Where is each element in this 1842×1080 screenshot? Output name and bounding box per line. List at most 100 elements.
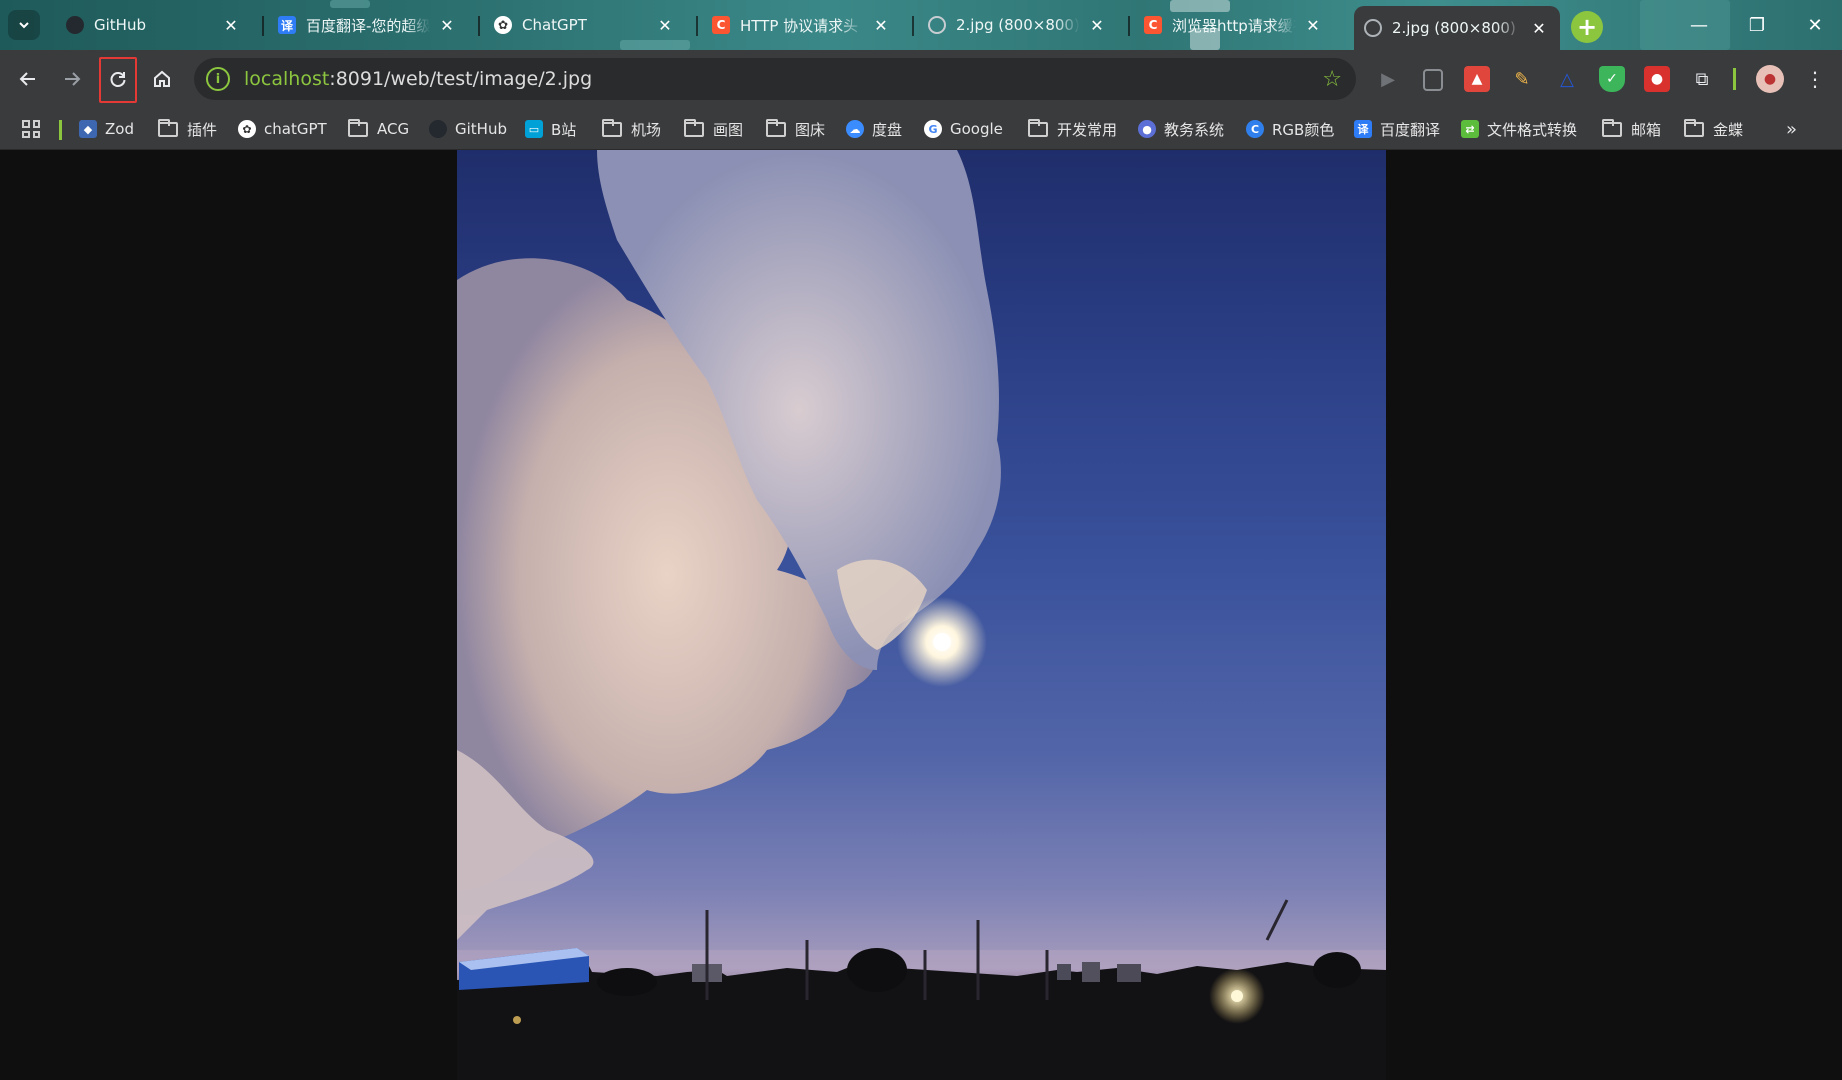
new-tab-button[interactable]: + [1571, 11, 1603, 43]
bilibili-icon: ▭ [525, 120, 543, 138]
avatar[interactable]: ● [1756, 65, 1784, 93]
bookmark-folder-airport[interactable]: 机场 [602, 116, 661, 142]
tab-search-button[interactable] [8, 10, 40, 40]
tab-image-active[interactable]: 2.jpg (800×800) ✕ [1354, 6, 1560, 50]
forward-button[interactable] [54, 61, 90, 97]
bookmark-label: 文件格式转换 [1487, 120, 1578, 139]
reload-icon [110, 72, 126, 87]
home-button[interactable] [144, 61, 180, 97]
bookmark-label: 教务系统 [1164, 120, 1225, 139]
bookmark-bilibili[interactable]: ▭ B站 [525, 116, 576, 142]
tab-title: ChatGPT [522, 16, 587, 34]
apps-button[interactable] [22, 116, 40, 142]
bookmark-label: 图床 [795, 120, 826, 139]
chatgpt-icon: ✿ [238, 120, 256, 138]
site-info-icon[interactable]: i [206, 67, 230, 91]
restore-button[interactable]: ❐ [1728, 0, 1786, 50]
baidu-pan-icon: ☁ [846, 120, 864, 138]
baidu-translate-icon: 译 [1354, 120, 1372, 138]
bookmark-folder-kingdee[interactable]: 金蝶 [1684, 116, 1743, 142]
tab-github[interactable]: GitHub ✕ [56, 8, 252, 42]
image-extension-icon[interactable]: ▲ [1464, 66, 1490, 92]
bookmark-label: 百度翻译 [1380, 120, 1441, 139]
bookmark-label: RGB颜色 [1272, 120, 1335, 139]
toolbar-divider [1733, 68, 1736, 90]
zod-icon: ◆ [79, 120, 97, 138]
github-icon [66, 16, 84, 34]
close-icon[interactable]: ✕ [1086, 14, 1108, 36]
more-bookmarks-button[interactable]: » [1786, 116, 1797, 142]
bookmark-google[interactable]: G Google [924, 116, 1003, 142]
tab-title: 2.jpg (800×800) [956, 16, 1080, 34]
reload-button[interactable] [100, 61, 136, 97]
bookmark-label: 邮箱 [1631, 120, 1662, 139]
close-icon: ✕ [1807, 14, 1823, 36]
back-button[interactable] [10, 61, 46, 97]
red-extension-icon[interactable]: ● [1644, 66, 1670, 92]
bookmark-label: 度盘 [872, 120, 903, 139]
bookmark-label: Google [950, 120, 1003, 138]
menu-icon[interactable]: ⋮ [1802, 66, 1828, 92]
close-icon[interactable]: ✕ [870, 14, 892, 36]
puzzle-extensions-icon[interactable]: ⧉ [1689, 66, 1715, 92]
bookmark-folder-mail[interactable]: 邮箱 [1602, 116, 1661, 142]
tab-http-headers[interactable]: C HTTP 协议请求头 ✕ [702, 8, 902, 42]
close-icon[interactable]: ✕ [1302, 14, 1324, 36]
tab-title: 百度翻译-您的超级 [306, 16, 430, 35]
bookmark-rgb[interactable]: C RGB颜色 [1246, 116, 1334, 142]
shield-extension-icon[interactable]: ✓ [1599, 66, 1625, 92]
bookmark-zod[interactable]: ◆ Zod [79, 116, 134, 142]
tab-baidu-translate[interactable]: 译 百度翻译-您的超级 ✕ [268, 8, 468, 42]
bookmark-file-convert[interactable]: ⇄ 文件格式转换 [1461, 116, 1577, 142]
arrow-right-icon [65, 72, 81, 86]
page-content [0, 150, 1842, 1080]
bookmark-github[interactable]: GitHub [429, 116, 507, 142]
folder-icon [1028, 118, 1048, 137]
bookmark-label: 画图 [713, 120, 744, 139]
restore-icon: ❐ [1748, 14, 1766, 36]
copy-extension-icon[interactable] [1423, 69, 1443, 91]
close-icon[interactable]: ✕ [436, 14, 458, 36]
tab-image-1[interactable]: 2.jpg (800×800) ✕ [918, 8, 1118, 42]
bookmark-baidu-pan[interactable]: ☁ 度盘 [846, 116, 902, 142]
pen-extension-icon[interactable]: ✎ [1509, 66, 1535, 92]
close-icon[interactable]: ✕ [1528, 17, 1550, 39]
tab-browser-cache[interactable]: C 浏览器http请求缓存 ✕ [1134, 8, 1334, 42]
bookmark-label: 金蝶 [1713, 120, 1744, 139]
bookmark-label: 机场 [631, 120, 662, 139]
bookmark-chatgpt[interactable]: ✿ chatGPT [238, 116, 327, 142]
minimize-button[interactable]: — [1670, 0, 1728, 50]
bookmark-folder-dev[interactable]: 开发常用 [1028, 116, 1117, 142]
bookmark-label: ACG [377, 120, 410, 138]
bookmark-folder-drawing[interactable]: 画图 [684, 116, 743, 142]
bookmark-baidu-translate[interactable]: 译 百度翻译 [1354, 116, 1440, 142]
bookmark-folder-acg[interactable]: ACG [348, 116, 409, 142]
convert-icon: ⇄ [1461, 120, 1479, 138]
close-icon[interactable]: ✕ [654, 14, 676, 36]
tab-chatgpt[interactable]: ✿ ChatGPT ✕ [484, 8, 686, 42]
csdn-icon: C [712, 16, 730, 34]
rgb-icon: C [1246, 120, 1264, 138]
apps-grid-icon [22, 120, 40, 138]
google-icon: G [924, 120, 942, 138]
chevron-down-icon [19, 22, 29, 29]
bookmark-label: 插件 [187, 120, 218, 139]
browser-window: GitHub ✕ 译 百度翻译-您的超级 ✕ ✿ ChatGPT ✕ C HTT… [0, 0, 1842, 1080]
triangle-extension-icon[interactable]: △ [1554, 66, 1580, 92]
sky-photo [457, 150, 1386, 1080]
bookmark-folder-image-host[interactable]: 图床 [766, 116, 825, 142]
bookmark-star-icon[interactable]: ☆ [1322, 67, 1342, 92]
globe-icon [928, 16, 946, 34]
close-window-button[interactable]: ✕ [1786, 0, 1842, 50]
address-bar[interactable]: i localhost:8091/web/test/image/2.jpg ☆ [194, 58, 1356, 100]
chevron-double-right-icon: » [1786, 118, 1798, 140]
bookmark-school[interactable]: ● 教务系统 [1138, 116, 1224, 142]
folder-icon [1684, 118, 1704, 137]
chatgpt-icon: ✿ [494, 16, 512, 34]
tab-title: HTTP 协议请求头 [740, 16, 859, 35]
close-icon[interactable]: ✕ [220, 14, 242, 36]
bookmarks-divider [59, 120, 62, 140]
play-extension-icon[interactable]: ▶ [1375, 66, 1401, 92]
bookmark-folder-plugins[interactable]: 插件 [158, 116, 217, 142]
address-url: localhost:8091/web/test/image/2.jpg [244, 68, 592, 90]
